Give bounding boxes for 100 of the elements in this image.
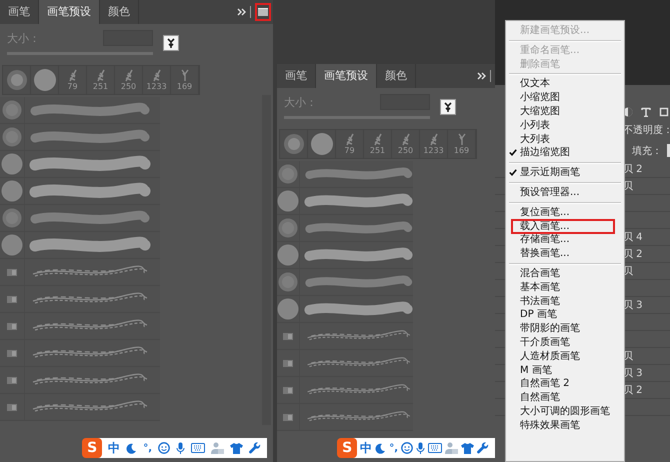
wrench-icon[interactable] (249, 442, 261, 454)
menu-item[interactable]: 预设管理器... (506, 186, 624, 200)
brush-preset[interactable] (308, 130, 336, 158)
moon-icon[interactable] (375, 442, 386, 454)
brush-row[interactable] (277, 161, 413, 188)
brush-row[interactable] (0, 178, 160, 205)
layer-name[interactable]: 贝 4 (623, 230, 643, 244)
brush-row[interactable] (277, 296, 413, 323)
menu-item[interactable]: 存储画笔... (506, 233, 624, 248)
layer-name[interactable]: 贝 3 (623, 366, 643, 380)
brush-folder-icon[interactable] (440, 98, 456, 114)
ime-mode-toggle[interactable]: 中 (360, 440, 372, 456)
panel-menu-button[interactable] (255, 3, 271, 21)
layer-name[interactable]: 贝 2 (623, 383, 643, 397)
leaf-brush-icon (400, 132, 410, 146)
menu-item[interactable]: 干介质画笔 (506, 336, 624, 350)
ime-logo[interactable]: S (82, 438, 102, 458)
menu-item[interactable]: 带阴影的画笔 (506, 322, 624, 336)
brush-size-label: 250 (398, 146, 414, 156)
moon-icon[interactable] (126, 442, 138, 454)
menu-item[interactable]: 显示近期画笔 (506, 166, 624, 180)
round-brush-icon (277, 190, 299, 212)
panel-tab[interactable]: 画笔预设 (39, 0, 100, 24)
type-icon[interactable] (641, 107, 651, 117)
menu-item[interactable]: 载入画笔... (512, 220, 614, 234)
texture-brush-icon (7, 350, 17, 356)
texture-brush-icon (282, 332, 293, 340)
brush-preset[interactable]: 169 (448, 130, 476, 158)
punctuation-toggle[interactable]: °, (143, 442, 152, 454)
brush-row[interactable] (277, 188, 413, 215)
double-chevron-icon[interactable] (477, 72, 486, 80)
smiley-icon[interactable] (401, 442, 413, 454)
brush-row[interactable] (0, 367, 160, 394)
ime-mode-toggle[interactable]: 中 (108, 440, 120, 456)
brush-row[interactable] (277, 242, 413, 269)
menu-item[interactable]: 大缩览图 (506, 104, 624, 119)
texture-brush-icon (282, 386, 293, 394)
microphone-icon[interactable] (416, 442, 425, 454)
panel-tab[interactable]: 颜色 (100, 0, 139, 24)
brush-row[interactable] (0, 124, 160, 151)
keyboard-icon[interactable] (191, 443, 205, 453)
brush-row[interactable] (0, 340, 160, 367)
wrench-icon[interactable] (477, 442, 489, 454)
menu-item[interactable]: 混合画笔 (506, 266, 624, 281)
brush-row[interactable] (277, 350, 413, 377)
brush-row[interactable] (277, 377, 413, 404)
brush-row[interactable] (0, 394, 160, 421)
menu-item[interactable]: 基本画笔 (506, 280, 624, 295)
brush-row[interactable] (0, 205, 160, 232)
brush-row[interactable] (0, 151, 160, 178)
layer-name[interactable]: 贝 3 (623, 298, 643, 312)
brush-preset[interactable]: 79 (59, 66, 87, 94)
brush-preset[interactable]: 79 (336, 130, 364, 158)
brush-preset[interactable] (31, 66, 59, 94)
shirt-icon[interactable] (461, 442, 474, 454)
menu-item[interactable]: 替换画笔... (506, 247, 624, 261)
menu-item[interactable]: 自然画笔 2 (506, 377, 624, 392)
brush-row[interactable] (277, 323, 413, 350)
menu-item[interactable]: DP 画笔 (506, 308, 624, 322)
microphone-icon[interactable] (176, 442, 185, 454)
keyboard-icon[interactable] (428, 443, 442, 453)
menu-item[interactable]: 特殊效果画笔 (506, 418, 624, 433)
brush-row[interactable] (0, 97, 160, 124)
layer-name[interactable]: 贝 2 (623, 162, 643, 176)
menu-item[interactable]: 大列表 (506, 132, 624, 146)
panel-tab[interactable]: 颜色 (377, 64, 416, 88)
brush-row[interactable] (277, 215, 413, 242)
brush-size-label: 250 (120, 82, 136, 92)
menu-item[interactable]: 小列表 (506, 118, 624, 133)
smiley-icon[interactable] (158, 442, 170, 454)
menu-item[interactable]: 大小可调的圆形画笔 (506, 404, 624, 419)
brush-preset[interactable]: 169 (171, 66, 199, 94)
menu-item[interactable]: 小缩览图 (506, 91, 624, 105)
menu-item[interactable]: 自然画笔 (506, 391, 624, 405)
brush-folder-icon[interactable] (163, 34, 179, 50)
layer-name[interactable]: 贝 (623, 179, 633, 193)
ime-logo[interactable]: S (337, 438, 358, 458)
menu-item[interactable]: M 画笔 (506, 364, 624, 378)
layer-name[interactable]: 贝 2 (623, 247, 643, 261)
brush-row[interactable] (0, 313, 160, 340)
menu-item[interactable]: 描边缩览图 (506, 146, 624, 160)
menu-item[interactable]: 复位画笔... (506, 206, 624, 220)
menu-item[interactable]: 仅文本 (506, 77, 624, 92)
brush-row[interactable] (0, 232, 160, 259)
shirt-icon[interactable] (230, 442, 243, 454)
brush-row[interactable] (277, 269, 413, 296)
soft-brush-icon (2, 100, 22, 120)
person-icon[interactable] (445, 442, 458, 454)
person-icon[interactable] (211, 442, 224, 454)
brush-row[interactable] (277, 404, 413, 431)
double-chevron-icon[interactable] (237, 8, 246, 16)
menu-item[interactable]: 人造材质画笔 (506, 350, 624, 364)
brush-row[interactable] (0, 259, 160, 286)
layer-name[interactable]: 贝 (623, 264, 633, 278)
panel-tab[interactable]: 画笔预设 (316, 64, 377, 88)
layer-name[interactable]: 贝 (623, 349, 633, 363)
shape-icon[interactable] (659, 107, 669, 117)
menu-item[interactable]: 书法画笔 (506, 294, 624, 308)
brush-row[interactable] (0, 286, 160, 313)
punctuation-toggle[interactable]: °, (389, 442, 398, 454)
